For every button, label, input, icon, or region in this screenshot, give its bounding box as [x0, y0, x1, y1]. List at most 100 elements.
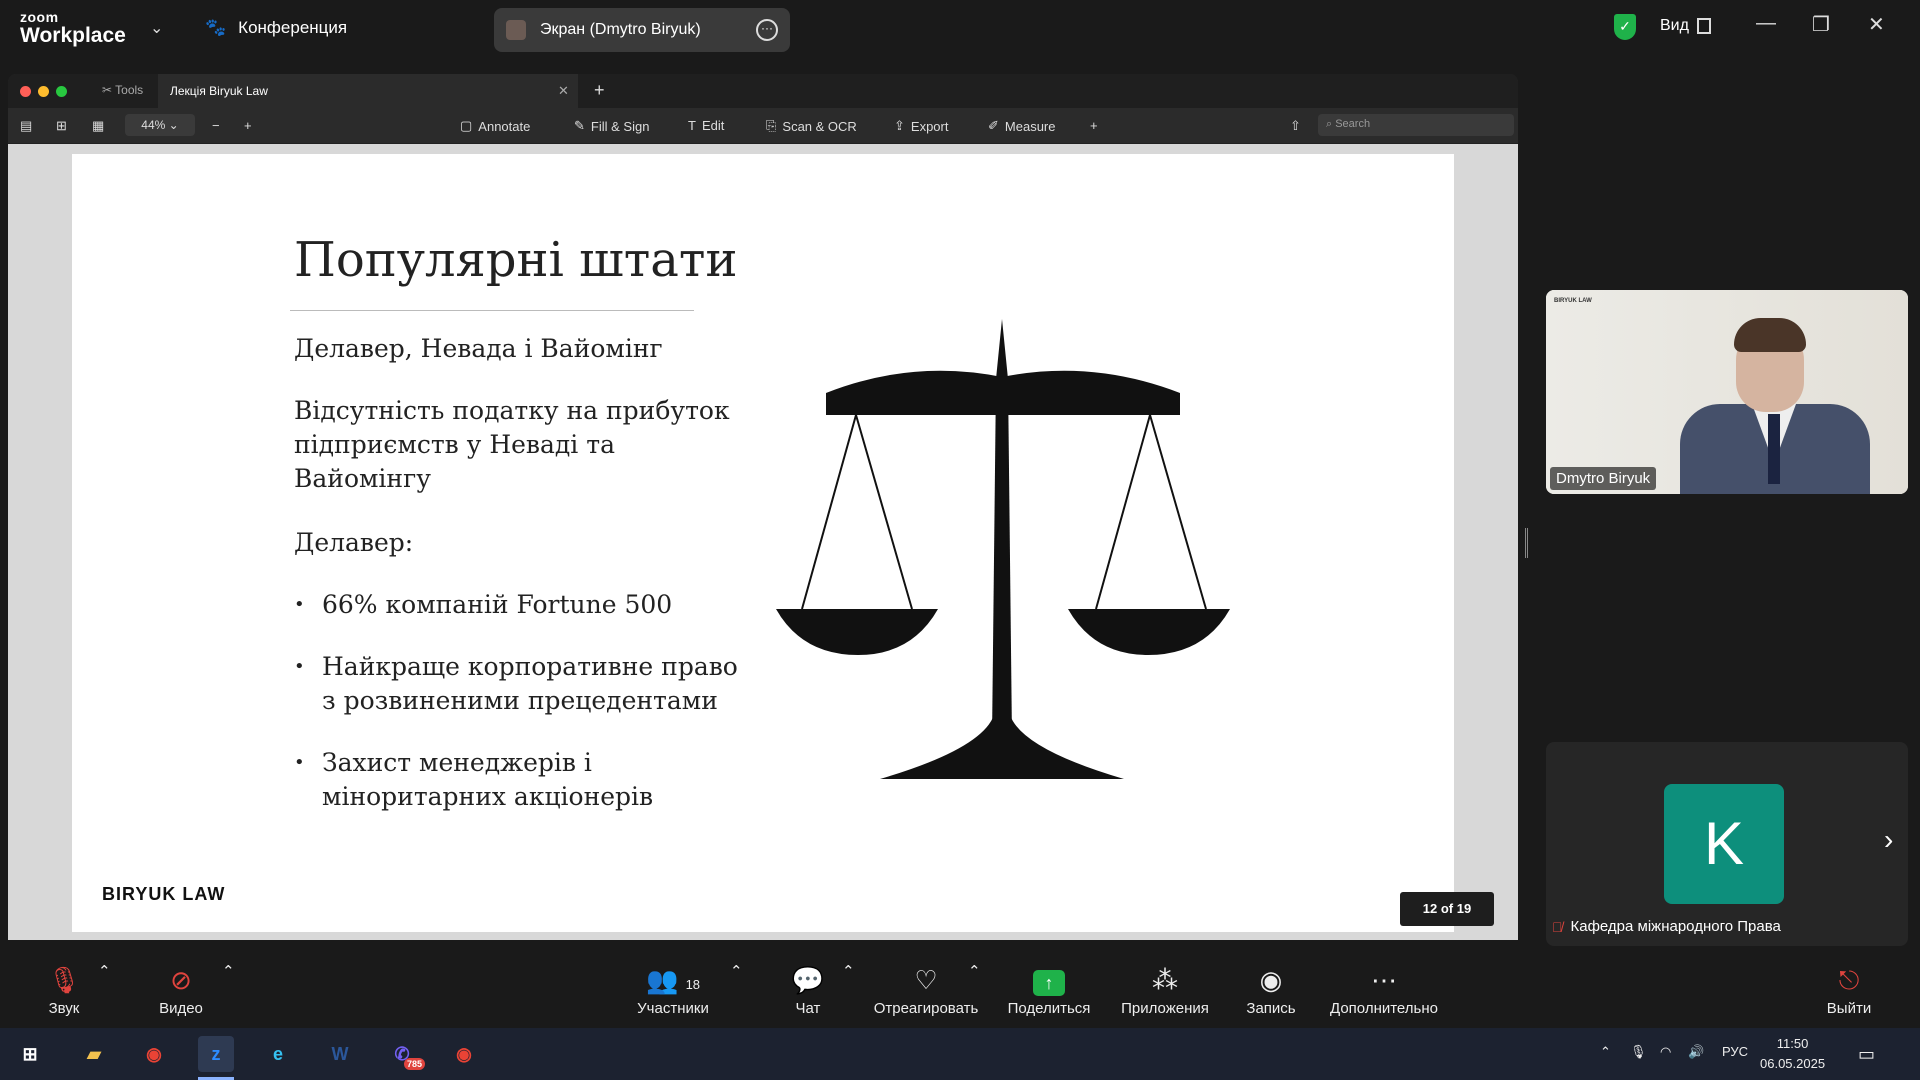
microphone-tray-icon[interactable]: 🎙: [1630, 1044, 1647, 1060]
video-button[interactable]: ⊘ Видео: [152, 962, 210, 1017]
more-button[interactable]: ⋯ Дополнительно: [1328, 962, 1440, 1017]
tab-document-label: Лекція Biryuk Law: [170, 84, 268, 98]
participant-avatar-tile[interactable]: K 🎙̸ Кафедра міжнародного Права: [1546, 742, 1908, 946]
search-input[interactable]: ⌕ Search: [1318, 114, 1514, 136]
notifications-icon[interactable]: ▭: [1858, 1044, 1875, 1065]
new-tab-icon[interactable]: +: [594, 80, 605, 101]
slide-line-states: Делавер, Невада і Вайомінг: [294, 334, 663, 363]
record-icon: ◉: [1259, 965, 1283, 995]
pdf-tab-bar: ✂ Tools Лекція Biryuk Law ✕ +: [8, 74, 1518, 108]
zoom-in-icon[interactable]: +: [244, 118, 252, 133]
react-button[interactable]: ♡ Отреагировать: [872, 962, 980, 1017]
slide-bullet: Найкраще корпоративне право з розвиненим…: [294, 650, 738, 718]
edit-button[interactable]: T Edit: [688, 118, 724, 133]
windows-taskbar: ⊞ ▰ ◉ z e W ✆ 785 ◉ ⌃ 🎙 ◠ 🔊 РУС 11:50 06.…: [0, 1028, 1920, 1080]
zoom-out-icon[interactable]: −: [212, 118, 220, 133]
clock-date: 06.05.2025: [1760, 1056, 1826, 1071]
slide-bullet: 66% компаній Fortune 500: [294, 588, 672, 622]
volume-icon[interactable]: 🔊: [1688, 1044, 1704, 1060]
meeting-info-button[interactable]: 🐾 Конференция: [205, 18, 347, 38]
share-icon[interactable]: ⇧: [1290, 118, 1301, 134]
screen-share-pill[interactable]: Экран (Dmytro Biryuk) ···: [494, 8, 790, 52]
windows-start-icon[interactable]: ⊞: [12, 1036, 48, 1072]
traffic-close-icon[interactable]: [20, 86, 31, 97]
leave-button[interactable]: ⎋ Выйти: [1826, 962, 1872, 1017]
react-options-chevron-icon[interactable]: ⌃: [968, 962, 981, 980]
chrome-icon-2[interactable]: ◉: [446, 1036, 482, 1072]
leave-icon: ⎋: [1838, 965, 1860, 995]
viber-badge: 785: [404, 1058, 426, 1070]
video-watermark: BIRYUK LAW: [1554, 298, 1592, 304]
audio-options-chevron-icon[interactable]: ⌃: [98, 962, 111, 980]
slide-bullet: Захист менеджерів і міноритарних акціоне…: [294, 746, 653, 814]
scan-ocr-button[interactable]: ⎘ Scan & OCR: [766, 118, 857, 134]
paw-icon: 🐾: [205, 18, 227, 37]
participants-icon: 👥 18: [645, 965, 701, 995]
chevron-down-icon[interactable]: ⌄: [150, 18, 163, 38]
scan-icon: ⎘: [766, 118, 777, 133]
zoom-level-select[interactable]: 44% ⌄: [125, 114, 195, 136]
file-explorer-icon[interactable]: ▰: [76, 1036, 112, 1072]
word-icon[interactable]: W: [322, 1036, 358, 1072]
slide-divider: [290, 310, 694, 311]
view-button[interactable]: Вид: [1660, 17, 1689, 35]
edge-icon[interactable]: e: [260, 1036, 296, 1072]
tab-close-icon[interactable]: ✕: [558, 83, 569, 99]
panel-resize-handle[interactable]: [1525, 528, 1528, 558]
page-view-icon[interactable]: ▦: [92, 118, 104, 134]
close-icon[interactable]: ✕: [1868, 12, 1885, 37]
participants-options-chevron-icon[interactable]: ⌃: [730, 962, 743, 980]
apps-button[interactable]: ⁂ Приложения: [1118, 962, 1212, 1017]
traffic-zoom-icon[interactable]: [56, 86, 67, 97]
language-indicator[interactable]: РУС: [1722, 1044, 1748, 1059]
grid-view-icon[interactable]: ⊞: [56, 118, 67, 134]
participant-name-row: 🎙̸ Кафедра міжнародного Права: [1552, 918, 1781, 935]
tab-document[interactable]: Лекція Biryuk Law: [158, 74, 578, 108]
participant-video-tile[interactable]: BIRYUK LAW Dmytro Biryuk: [1546, 290, 1908, 494]
view-layout-icon[interactable]: [1697, 18, 1711, 34]
heart-icon: ♡: [914, 965, 938, 995]
viber-icon[interactable]: ✆ 785: [384, 1036, 426, 1072]
share-screen-icon: ↑: [1033, 970, 1065, 996]
traffic-minimize-icon[interactable]: [38, 86, 49, 97]
muted-mic-icon: 🎙̸: [1552, 918, 1563, 935]
audio-button[interactable]: 🎙 Звук: [42, 962, 86, 1017]
measure-button[interactable]: ✐ Measure: [988, 118, 1055, 134]
screen-share-label: Экран (Dmytro Biryuk): [540, 21, 701, 38]
edit-icon: T: [688, 118, 696, 133]
export-button[interactable]: ⇪ Export: [894, 118, 948, 134]
network-icon[interactable]: ◠: [1660, 1044, 1671, 1060]
participant-name-tag: Dmytro Biryuk: [1550, 467, 1657, 490]
chevron-right-icon[interactable]: ›: [1884, 824, 1893, 856]
annotate-button[interactable]: ▢ Annotate: [460, 118, 530, 134]
slide-page: Популярні штати Делавер, Невада і Вайомі…: [72, 154, 1454, 932]
scales-of-justice-image: [776, 319, 1230, 779]
zoom-logo-bottom: Workplace: [20, 24, 126, 47]
record-button[interactable]: ◉ Запись: [1244, 962, 1298, 1017]
security-shield-icon[interactable]: ✓: [1614, 14, 1636, 40]
zoom-taskbar-icon[interactable]: z: [198, 1036, 234, 1080]
share-screen-button[interactable]: ↑ Поделиться: [1006, 962, 1092, 1017]
more-options-icon[interactable]: ···: [756, 19, 778, 41]
zoom-meeting-toolbar: 🎙 Звук ⌃ ⊘ Видео ⌃ 👥 18 Участники ⌃ 💬 Ча…: [0, 952, 1920, 1028]
fill-sign-button[interactable]: ✎ Fill & Sign: [574, 118, 649, 134]
tab-tools[interactable]: ✂ Tools: [102, 83, 143, 97]
tray-chevron-icon[interactable]: ⌃: [1600, 1044, 1611, 1060]
restore-icon[interactable]: ❐: [1812, 12, 1830, 37]
minimize-icon[interactable]: —: [1756, 12, 1776, 35]
avatar: K: [1664, 784, 1784, 904]
add-tool-icon[interactable]: +: [1090, 118, 1098, 133]
taskbar-clock[interactable]: 11:50 06.05.2025: [1760, 1034, 1825, 1074]
export-icon: ⇪: [894, 118, 905, 133]
slide-brand: BIRYUK LAW: [102, 884, 226, 904]
chat-button[interactable]: 💬 Чат: [786, 962, 830, 1017]
chat-options-chevron-icon[interactable]: ⌃: [842, 962, 855, 980]
participants-button[interactable]: 👥 18 Участники: [630, 962, 716, 1017]
clock-time: 11:50: [1776, 1036, 1809, 1051]
chrome-icon[interactable]: ◉: [136, 1036, 172, 1072]
sidebar-toggle-icon[interactable]: ▤: [20, 118, 32, 134]
slide-paragraph-line: Відсутність податку на прибуток: [294, 396, 730, 425]
presenter-avatar: [506, 20, 526, 40]
slide-title: Популярні штати: [294, 232, 738, 288]
video-options-chevron-icon[interactable]: ⌃: [222, 962, 235, 980]
